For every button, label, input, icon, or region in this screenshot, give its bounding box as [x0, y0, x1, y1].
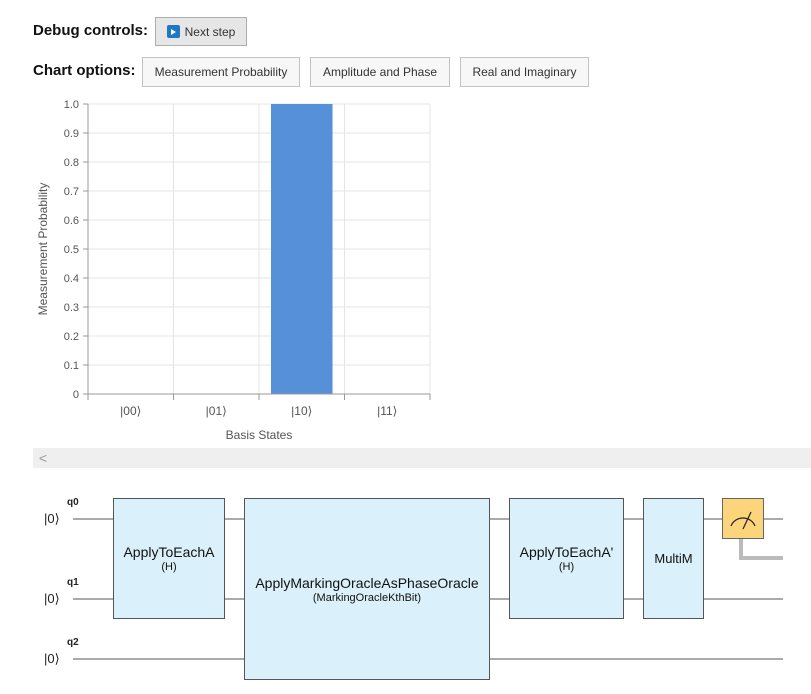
- measurement-gate[interactable]: [722, 498, 764, 539]
- x-axis-title: Basis States: [226, 428, 293, 442]
- measurement-chart: 0 0.1 0.2 0.3 0.4 0.5 0.6 0.7 0.8 0.9 1.0 |00⟩ |01⟩ |…: [0, 95, 460, 445]
- y-tick-label: 0.8: [64, 157, 79, 169]
- x-tick-label: |00⟩: [120, 404, 141, 418]
- y-tick-label: 0.1: [64, 360, 79, 372]
- y-tick-label: 0.3: [64, 302, 79, 314]
- y-tick-label: 0.5: [64, 244, 79, 256]
- y-axis-title: Measurement Probability: [36, 183, 50, 316]
- gate-multi-m[interactable]: MultiM: [643, 498, 704, 619]
- meter-icon: [730, 511, 756, 530]
- y-tick-label: 0.6: [64, 215, 79, 227]
- qubit-state-q1: |0⟩: [44, 591, 60, 606]
- gate-apply-marking-oracle[interactable]: ApplyMarkingOracleAsPhaseOracle (Marking…: [244, 498, 490, 680]
- y-tick-label: 0: [73, 389, 79, 401]
- real-imaginary-button[interactable]: Real and Imaginary: [460, 57, 589, 87]
- gate-apply-to-each-a[interactable]: ApplyToEachA (H): [113, 498, 225, 619]
- qubit-label-q0: q0: [67, 497, 79, 508]
- gate-arg: (H): [558, 561, 575, 573]
- y-tick-label: 0.2: [64, 331, 79, 343]
- qubit-state-q2: |0⟩: [44, 651, 60, 666]
- next-step-label: Next step: [184, 24, 236, 39]
- gate-arg: (MarkingOracleKthBit): [312, 591, 422, 604]
- qubit-label-q2: q2: [67, 637, 79, 648]
- y-tick-label: 0.9: [64, 128, 79, 140]
- gate-name: ApplyToEachA': [519, 544, 614, 560]
- x-tick-label: |11⟩: [377, 404, 397, 418]
- bar-chart-svg: 0 0.1 0.2 0.3 0.4 0.5 0.6 0.7 0.8 0.9 1.0 |00⟩ |01⟩ |…: [36, 99, 431, 442]
- debug-controls-label: Debug controls:: [33, 22, 148, 39]
- quantum-circuit: q0 q1 q2 |0⟩ |0⟩ |0⟩ ApplyToEachA (H) Ap…: [0, 480, 811, 694]
- qubit-label-q1: q1: [67, 577, 79, 588]
- next-step-button[interactable]: Next step: [155, 17, 247, 46]
- classical-wire: [739, 539, 783, 560]
- scroll-left-arrow-icon[interactable]: <: [35, 448, 51, 468]
- play-icon: [166, 25, 180, 38]
- horizontal-scrollbar[interactable]: <: [33, 448, 811, 468]
- y-tick-label: 0.7: [64, 186, 79, 198]
- amplitude-phase-button[interactable]: Amplitude and Phase: [310, 57, 450, 87]
- gate-name: ApplyToEachA: [123, 544, 215, 560]
- qubit-state-q0: |0⟩: [44, 511, 60, 526]
- gate-apply-to-each-a-adjoint[interactable]: ApplyToEachA' (H): [509, 498, 624, 619]
- gate-arg: (H): [161, 561, 177, 573]
- gate-name: ApplyMarkingOracleAsPhaseOracle: [255, 574, 479, 591]
- x-tick-label: |01⟩: [206, 404, 227, 418]
- y-tick-label: 1.0: [64, 99, 79, 111]
- bar-2: [270, 104, 333, 394]
- y-tick-label: 0.4: [64, 273, 79, 285]
- chart-options-label: Chart options:: [33, 62, 136, 79]
- gate-name: MultiM: [654, 551, 693, 566]
- x-tick-label: |10⟩: [291, 404, 312, 418]
- measurement-probability-button[interactable]: Measurement Probability: [142, 57, 300, 87]
